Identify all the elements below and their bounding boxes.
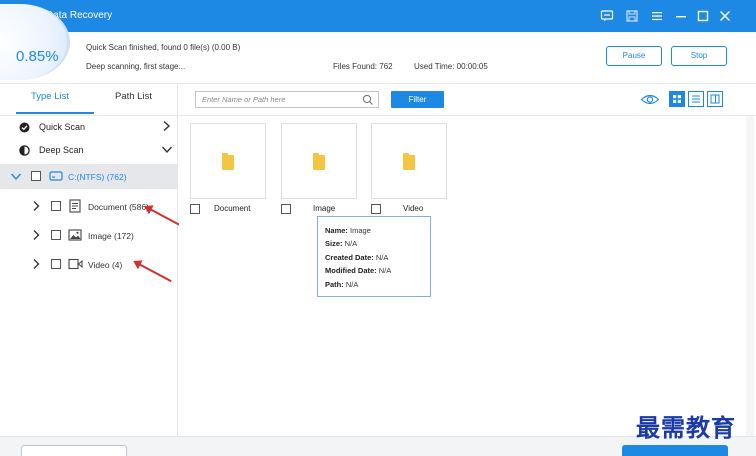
scrollbar[interactable] bbox=[746, 116, 754, 436]
recover-button[interactable] bbox=[622, 445, 728, 456]
folder-label: Video bbox=[403, 204, 424, 213]
tree-item-image[interactable]: Image (172) bbox=[0, 225, 178, 247]
stop-button[interactable]: Stop bbox=[671, 46, 727, 66]
image-icon bbox=[68, 229, 82, 243]
half-circle-icon bbox=[19, 145, 30, 158]
progress-percent: 0.85% bbox=[16, 48, 59, 65]
chevron-down-icon[interactable] bbox=[161, 145, 173, 157]
folder-checkbox[interactable] bbox=[371, 204, 381, 214]
folder-icon bbox=[403, 153, 415, 170]
used-time: Used Time: 00:00:05 bbox=[414, 62, 488, 71]
deep-scan-row[interactable]: Deep Scan bbox=[0, 139, 178, 162]
tooltip-value: N/A bbox=[344, 239, 358, 249]
deep-scan-status: Deep scanning, first stage... bbox=[86, 62, 186, 71]
filter-button[interactable]: Filter bbox=[391, 91, 444, 108]
video-icon bbox=[68, 258, 83, 272]
tooltip-key: Modified Date: bbox=[325, 266, 377, 276]
minimize-icon[interactable] bbox=[674, 9, 688, 23]
search-input[interactable]: Enter Name or Path here bbox=[195, 91, 379, 108]
chevron-right-icon[interactable] bbox=[32, 258, 40, 272]
chevron-right-icon[interactable] bbox=[162, 120, 171, 135]
chevron-right-icon[interactable] bbox=[32, 200, 40, 214]
grid-view-icon[interactable] bbox=[669, 91, 685, 107]
close-icon[interactable] bbox=[718, 9, 732, 23]
eye-icon[interactable] bbox=[640, 93, 660, 108]
tooltip-value: N/A bbox=[378, 266, 392, 276]
tooltip-value: N/A bbox=[375, 252, 389, 262]
document-icon bbox=[69, 199, 81, 215]
tree-item-video[interactable]: Video (4) bbox=[0, 254, 178, 276]
tree-item-label: Image (172) bbox=[88, 231, 134, 241]
tab-path-list[interactable]: Path List bbox=[115, 91, 152, 102]
chevron-right-icon[interactable] bbox=[32, 229, 40, 243]
save-icon[interactable] bbox=[625, 9, 639, 23]
tree-item-label: Video (4) bbox=[88, 260, 123, 270]
checkmark-circle-icon bbox=[19, 122, 30, 135]
list-view-icon[interactable] bbox=[688, 91, 704, 107]
folder-checkbox[interactable] bbox=[190, 204, 200, 214]
divider bbox=[179, 115, 756, 116]
pause-button[interactable]: Pause bbox=[606, 46, 662, 66]
folder-checkbox[interactable] bbox=[281, 204, 291, 214]
files-found: Files Found: 762 bbox=[333, 62, 393, 71]
tab-type-list[interactable]: Type List bbox=[31, 91, 69, 102]
preview-pane-icon[interactable] bbox=[707, 91, 723, 107]
file-info-tooltip: Name: Image Size: N/A Created Date: N/A … bbox=[317, 216, 431, 297]
quick-scan-label: Quick Scan bbox=[39, 122, 86, 132]
tooltip-key: Size: bbox=[325, 239, 343, 249]
deep-scan-label: Deep Scan bbox=[39, 145, 84, 155]
tooltip-value: Image bbox=[350, 226, 371, 235]
drive-checkbox[interactable] bbox=[31, 171, 41, 181]
title-bar bbox=[0, 0, 756, 32]
folder-card-video[interactable] bbox=[371, 123, 447, 199]
chevron-down-icon[interactable] bbox=[10, 172, 22, 183]
folder-icon bbox=[222, 153, 234, 170]
maximize-icon[interactable] bbox=[696, 9, 710, 23]
quick-scan-status: Quick Scan finished, found 0 file(s) (0.… bbox=[86, 43, 241, 52]
search-icon[interactable] bbox=[362, 94, 374, 108]
quick-scan-row[interactable]: Quick Scan bbox=[0, 116, 178, 139]
folder-card-image[interactable] bbox=[281, 123, 357, 199]
folder-label: Document bbox=[214, 204, 251, 213]
hard-drive-icon bbox=[49, 170, 63, 184]
tree-item-label: Document (586) bbox=[88, 202, 149, 212]
menu-icon[interactable] bbox=[650, 9, 664, 23]
active-tab-indicator bbox=[16, 112, 94, 114]
tooltip-key: Name: bbox=[325, 226, 348, 235]
feedback-icon[interactable] bbox=[600, 9, 614, 23]
tooltip-key: Created Date: bbox=[325, 252, 374, 262]
drive-label: C:(NTFS) (762) bbox=[68, 172, 127, 182]
video-checkbox[interactable] bbox=[51, 259, 61, 269]
document-checkbox[interactable] bbox=[51, 201, 61, 211]
folder-icon bbox=[313, 153, 325, 170]
back-button[interactable] bbox=[21, 445, 127, 456]
folder-label: Image bbox=[313, 204, 336, 213]
image-checkbox[interactable] bbox=[51, 230, 61, 240]
search-placeholder: Enter Name or Path here bbox=[202, 95, 286, 104]
drive-row[interactable]: C:(NTFS) (762) bbox=[0, 164, 178, 189]
watermark: 最需教育 bbox=[636, 413, 736, 442]
folder-card-document[interactable] bbox=[190, 123, 266, 199]
tooltip-value: N/A bbox=[345, 279, 359, 289]
tooltip-key: Path: bbox=[325, 279, 344, 289]
